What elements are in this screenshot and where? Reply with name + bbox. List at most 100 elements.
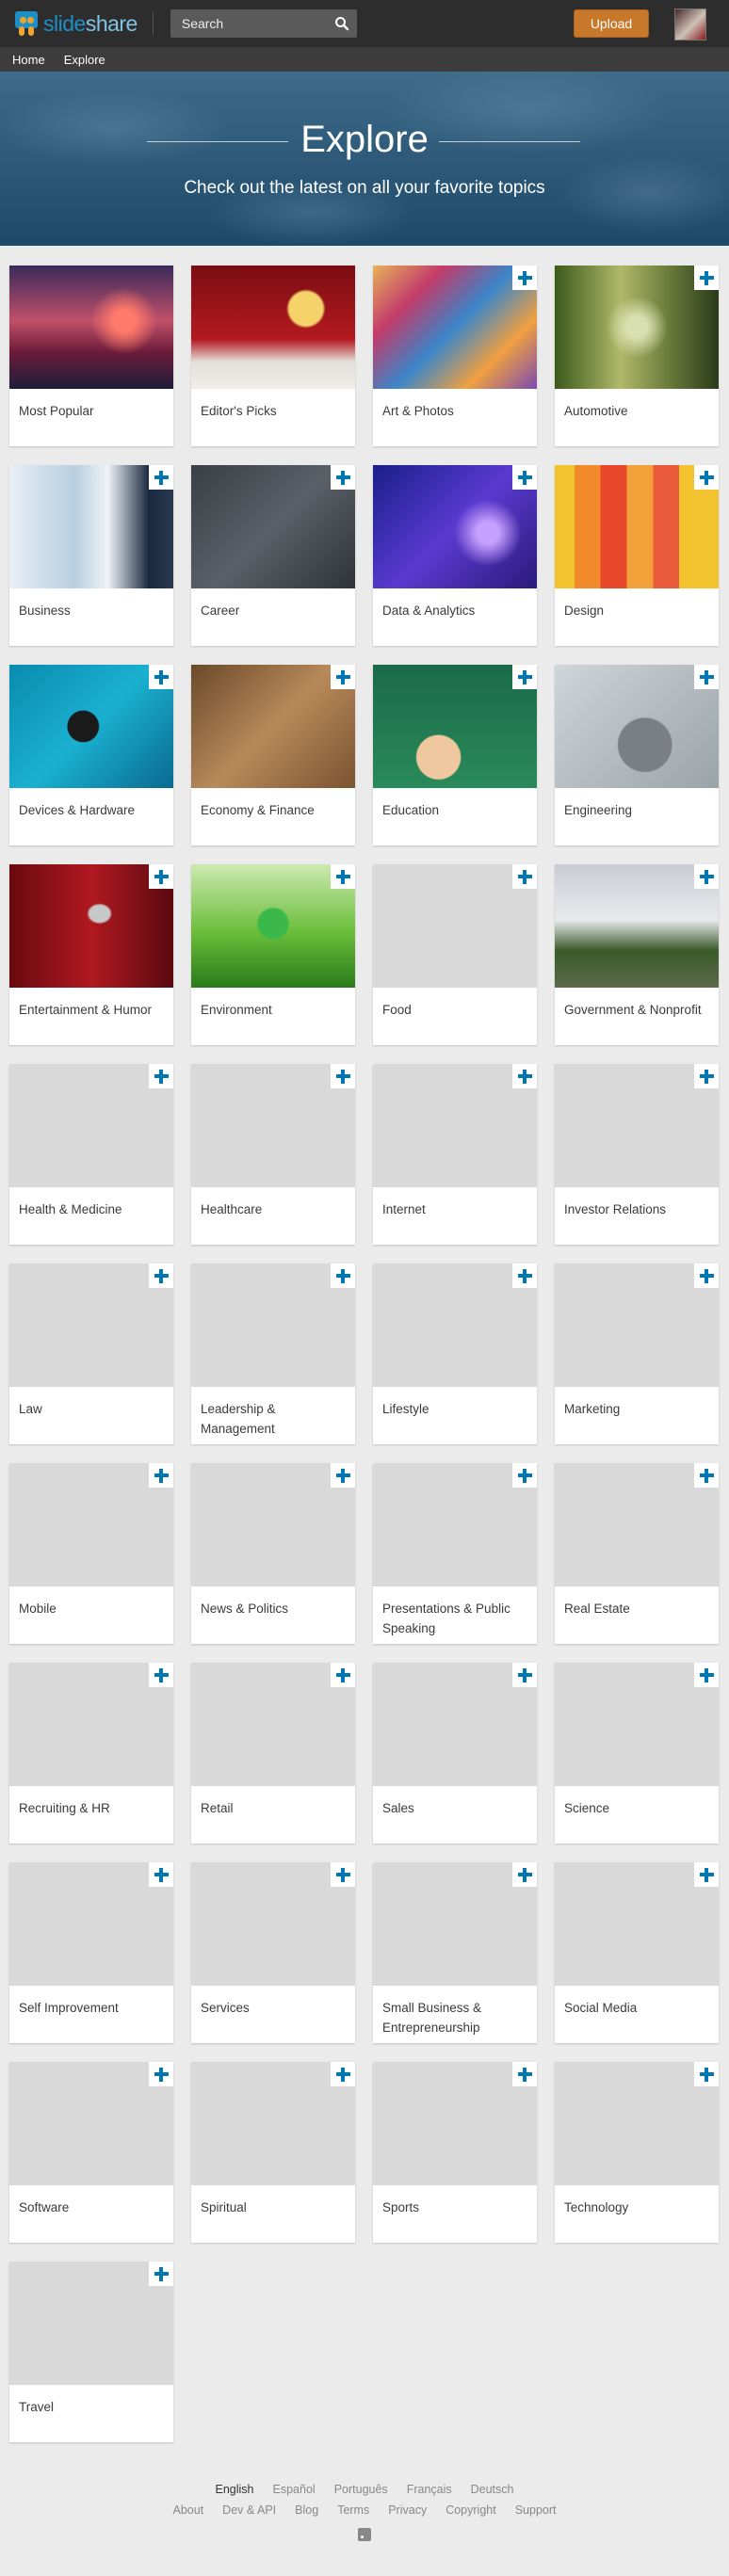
category-card-environment[interactable]: Environment — [191, 864, 355, 1045]
category-label[interactable]: Art & Photos — [382, 401, 528, 421]
category-card-government-nonprofit[interactable]: Government & Nonprofit — [555, 864, 719, 1045]
user-avatar[interactable] — [674, 8, 706, 40]
category-card-career[interactable]: Career — [191, 465, 355, 646]
follow-plus-icon[interactable] — [512, 1463, 537, 1488]
category-card-retail[interactable]: Retail — [191, 1663, 355, 1843]
category-thumbnail[interactable] — [9, 864, 173, 988]
category-label[interactable]: Data & Analytics — [382, 601, 528, 620]
category-label[interactable]: Leadership & Management — [201, 1399, 347, 1439]
nav-home-link[interactable]: Home — [12, 53, 45, 67]
category-thumbnail[interactable] — [373, 1064, 537, 1187]
category-thumbnail[interactable] — [555, 665, 719, 788]
follow-plus-icon[interactable] — [512, 1663, 537, 1687]
search-input[interactable] — [170, 15, 334, 32]
category-card-data-analytics[interactable]: Data & Analytics — [373, 465, 537, 646]
follow-plus-icon[interactable] — [149, 1264, 173, 1288]
footer-link[interactable]: Dev & API — [222, 2504, 276, 2517]
category-card-entertainment-humor[interactable]: Entertainment & Humor — [9, 864, 173, 1045]
category-label[interactable]: Education — [382, 800, 528, 820]
category-thumbnail[interactable] — [9, 1862, 173, 1986]
category-card-most-popular[interactable]: Most Popular — [9, 266, 173, 446]
category-thumbnail[interactable] — [191, 1663, 355, 1786]
category-thumbnail[interactable] — [9, 2262, 173, 2385]
category-thumbnail[interactable] — [191, 1463, 355, 1586]
category-card-travel[interactable]: Travel — [9, 2262, 173, 2442]
category-label[interactable]: Engineering — [564, 800, 710, 820]
category-card-leadership-management[interactable]: Leadership & Management — [191, 1264, 355, 1444]
category-thumbnail[interactable] — [555, 1463, 719, 1586]
category-thumbnail[interactable] — [9, 1264, 173, 1387]
category-label[interactable]: Economy & Finance — [201, 800, 347, 820]
category-card-economy-finance[interactable]: Economy & Finance — [191, 665, 355, 845]
slideshare-logo[interactable]: slideshare — [13, 9, 138, 38]
category-label[interactable]: Retail — [201, 1798, 347, 1818]
category-thumbnail[interactable] — [373, 665, 537, 788]
follow-plus-icon[interactable] — [694, 2062, 719, 2086]
rss-icon[interactable] — [358, 2528, 371, 2541]
category-label[interactable]: Sales — [382, 1798, 528, 1818]
category-thumbnail[interactable] — [555, 1264, 719, 1387]
category-card-art-photos[interactable]: Art & Photos — [373, 266, 537, 446]
category-card-law[interactable]: Law — [9, 1264, 173, 1444]
category-thumbnail[interactable] — [191, 665, 355, 788]
category-thumbnail[interactable] — [9, 1663, 173, 1786]
footer-link[interactable]: Blog — [295, 2504, 318, 2517]
search-box[interactable] — [170, 9, 357, 38]
category-card-sports[interactable]: Sports — [373, 2062, 537, 2243]
follow-plus-icon[interactable] — [331, 665, 355, 689]
follow-plus-icon[interactable] — [149, 1663, 173, 1687]
category-thumbnail[interactable] — [373, 1663, 537, 1786]
follow-plus-icon[interactable] — [149, 665, 173, 689]
category-thumbnail[interactable] — [555, 1663, 719, 1786]
category-card-mobile[interactable]: Mobile — [9, 1463, 173, 1644]
category-label[interactable]: Services — [201, 1998, 347, 2018]
category-card-services[interactable]: Services — [191, 1862, 355, 2043]
category-thumbnail[interactable] — [9, 1463, 173, 1586]
category-thumbnail[interactable] — [191, 1862, 355, 1986]
follow-plus-icon[interactable] — [149, 864, 173, 889]
search-icon[interactable] — [334, 16, 349, 31]
footer-link[interactable]: About — [173, 2504, 204, 2517]
category-label[interactable]: Government & Nonprofit — [564, 1000, 710, 1020]
category-label[interactable]: Real Estate — [564, 1599, 710, 1618]
language-option[interactable]: Español — [273, 2483, 316, 2496]
follow-plus-icon[interactable] — [694, 1064, 719, 1088]
category-label[interactable]: Travel — [19, 2397, 165, 2417]
follow-plus-icon[interactable] — [694, 1663, 719, 1687]
category-label[interactable]: Software — [19, 2198, 165, 2217]
category-thumbnail[interactable] — [373, 465, 537, 588]
category-label[interactable]: Health & Medicine — [19, 1199, 165, 1219]
category-label[interactable]: Mobile — [19, 1599, 165, 1618]
category-label[interactable]: Self Improvement — [19, 1998, 165, 2018]
category-card-devices-hardware[interactable]: Devices & Hardware — [9, 665, 173, 845]
category-thumbnail[interactable] — [555, 266, 719, 389]
follow-plus-icon[interactable] — [149, 1064, 173, 1088]
category-thumbnail[interactable] — [9, 1064, 173, 1187]
category-card-engineering[interactable]: Engineering — [555, 665, 719, 845]
footer-link[interactable]: Terms — [337, 2504, 369, 2517]
language-option[interactable]: Deutsch — [471, 2483, 514, 2496]
category-thumbnail[interactable] — [191, 2062, 355, 2185]
category-thumbnail[interactable] — [555, 2062, 719, 2185]
category-label[interactable]: Editor's Picks — [201, 401, 347, 421]
follow-plus-icon[interactable] — [512, 1264, 537, 1288]
follow-plus-icon[interactable] — [149, 1862, 173, 1887]
category-label[interactable]: Internet — [382, 1199, 528, 1219]
follow-plus-icon[interactable] — [512, 864, 537, 889]
category-label[interactable]: Healthcare — [201, 1199, 347, 1219]
follow-plus-icon[interactable] — [694, 1264, 719, 1288]
category-card-software[interactable]: Software — [9, 2062, 173, 2243]
follow-plus-icon[interactable] — [331, 1064, 355, 1088]
follow-plus-icon[interactable] — [512, 1862, 537, 1887]
category-card-technology[interactable]: Technology — [555, 2062, 719, 2243]
category-thumbnail[interactable] — [373, 2062, 537, 2185]
category-label[interactable]: Business — [19, 601, 165, 620]
language-option[interactable]: Français — [407, 2483, 452, 2496]
category-label[interactable]: Devices & Hardware — [19, 800, 165, 820]
nav-explore-link[interactable]: Explore — [64, 53, 105, 67]
category-label[interactable]: Law — [19, 1399, 165, 1419]
category-card-sales[interactable]: Sales — [373, 1663, 537, 1843]
category-card-small-business-entrepreneurship[interactable]: Small Business & Entrepreneurship — [373, 1862, 537, 2043]
category-card-presentations-public-speaking[interactable]: Presentations & Public Speaking — [373, 1463, 537, 1644]
category-card-automotive[interactable]: Automotive — [555, 266, 719, 446]
